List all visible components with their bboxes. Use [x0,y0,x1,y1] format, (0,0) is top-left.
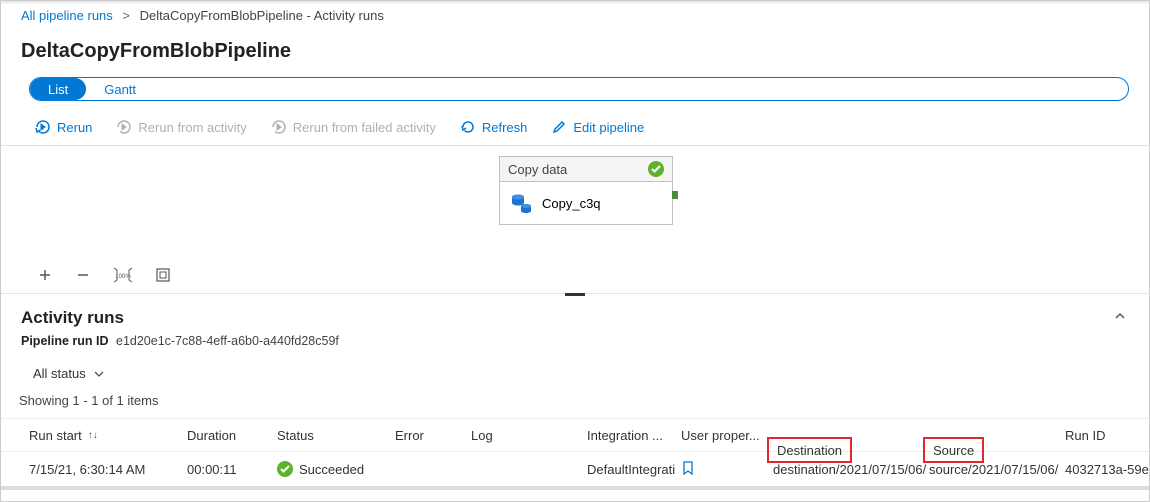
view-toggle-list[interactable]: List [30,78,86,100]
activity-name: Copy_c3q [542,196,601,211]
col-run-start[interactable]: Run start ↑↓ [29,428,187,443]
col-user-properties[interactable]: User proper... [681,428,773,443]
database-icon [510,192,532,214]
activity-runs-heading: Activity runs [21,308,124,328]
breadcrumb: All pipeline runs > DeltaCopyFromBlobPip… [1,4,1149,28]
view-toggle-gantt[interactable]: Gantt [86,78,154,100]
pipeline-canvas[interactable]: Copy data Copy_c3q [1,146,1149,261]
col-duration[interactable]: Duration [187,428,277,443]
breadcrumb-root-link[interactable]: All pipeline runs [21,8,113,23]
cell-duration: 00:00:11 [187,462,277,477]
showing-count: Showing 1 - 1 of 1 items [1,391,1149,418]
chevron-up-icon [1113,309,1127,323]
status-filter-dropdown[interactable]: All status [21,362,1149,385]
pencil-icon [551,119,567,135]
cell-status: Succeeded [277,461,395,477]
activity-card-copy[interactable]: Copy data Copy_c3q [499,156,673,225]
rerun-icon [35,119,51,135]
activity-output-port[interactable] [672,191,678,199]
panel-resize-handle[interactable] [1,294,1149,298]
cell-user-properties[interactable] [681,461,773,478]
col-error[interactable]: Error [395,428,471,443]
col-status[interactable]: Status [277,428,395,443]
zoom-100-button[interactable]: 100% [113,267,133,283]
cell-destination: destination/2021/07/15/06/ [773,462,929,477]
cell-source: source/2021/07/15/06/ [929,462,1065,477]
col-log[interactable]: Log [471,428,587,443]
zoom-out-button[interactable] [75,267,91,283]
rerun-from-failed-button: Rerun from failed activity [271,119,436,135]
chevron-down-icon [94,369,104,379]
refresh-icon [460,119,476,135]
collapse-panel-button[interactable] [1113,309,1127,328]
zoom-in-button[interactable] [37,267,53,283]
view-toggle: List Gantt [29,77,1129,101]
breadcrumb-separator: > [122,8,130,23]
sort-arrows-icon: ↑↓ [88,430,98,441]
success-check-icon [277,461,293,477]
pipeline-run-id-row: Pipeline run ID e1d20e1c-7c88-4eff-a6b0-… [1,332,1149,362]
rerun-failed-icon [271,119,287,135]
col-run-id[interactable]: Run ID [1065,428,1149,443]
success-check-icon [648,161,664,177]
zoom-fit-button[interactable] [155,267,171,283]
activity-type-label: Copy data [508,162,567,177]
pipeline-run-id-value: e1d20e1c-7c88-4eff-a6b0-a440fd28c59f [116,334,339,348]
pipeline-run-id-label: Pipeline run ID [21,334,109,348]
edit-pipeline-button[interactable]: Edit pipeline [551,119,644,135]
rerun-from-activity-button: Rerun from activity [116,119,246,135]
breadcrumb-current: DeltaCopyFromBlobPipeline - Activity run… [140,8,384,23]
refresh-button[interactable]: Refresh [460,119,528,135]
bookmark-icon [681,461,695,475]
page-title: DeltaCopyFromBlobPipeline [1,28,1149,77]
rerun-button[interactable]: Rerun [35,119,92,135]
rerun-activity-icon [116,119,132,135]
activity-table-header: Run start ↑↓ Duration Status Error Log I… [1,418,1149,452]
cell-integration: DefaultIntegrati [587,462,681,477]
cell-run-id: 4032713a-59e0-41 [1065,462,1149,477]
col-integration[interactable]: Integration ... [587,428,681,443]
svg-text:100%: 100% [115,274,131,280]
cell-run-start: 7/15/21, 6:30:14 AM [29,462,187,477]
